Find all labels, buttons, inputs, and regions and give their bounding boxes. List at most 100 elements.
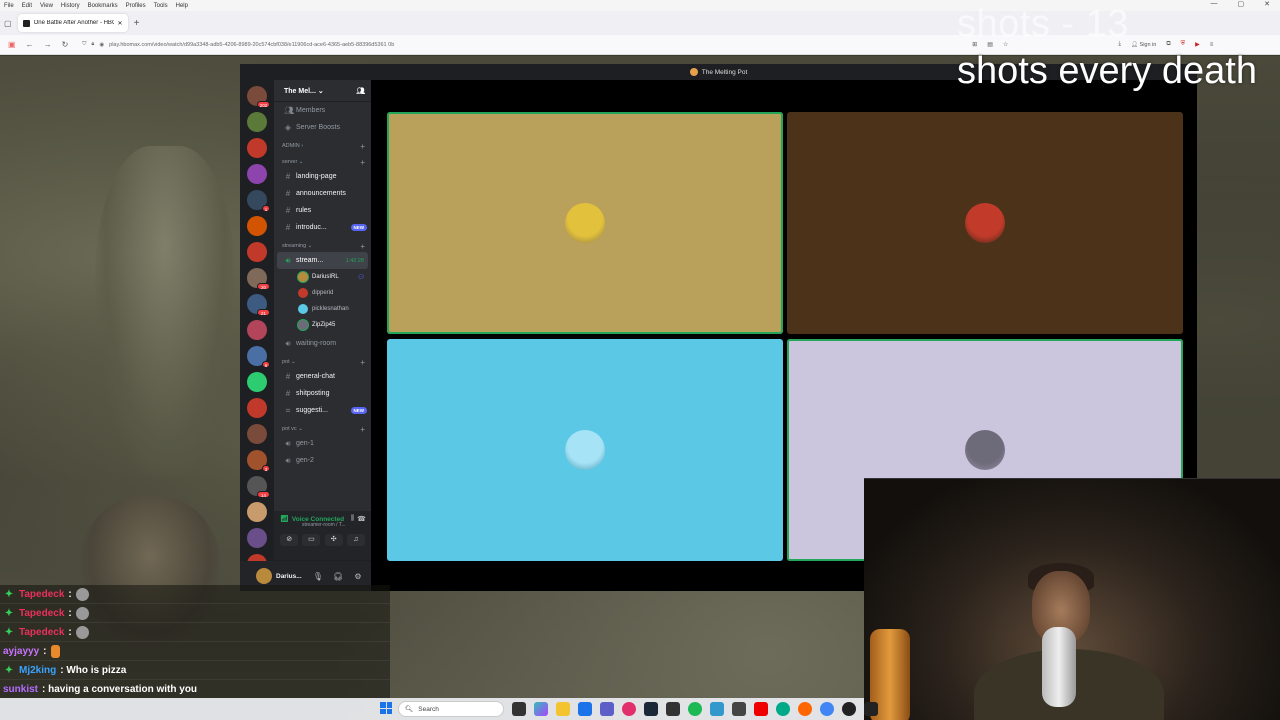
- chat-username[interactable]: ayjayyy: [3, 646, 39, 657]
- sign-in-button[interactable]: 👤︎ Sign in: [1131, 42, 1156, 48]
- voice-user[interactable]: dipperid: [274, 285, 371, 301]
- menu-view[interactable]: View: [40, 3, 53, 9]
- channel-suggestions[interactable]: ⌗ suggesti... NEW: [274, 402, 371, 419]
- add-channel-icon[interactable]: +: [360, 142, 365, 151]
- extension-icon[interactable]: ▶: [1195, 41, 1200, 48]
- permissions-icon[interactable]: ◉: [99, 42, 104, 48]
- participant-tile[interactable]: [787, 112, 1183, 334]
- activities-icon[interactable]: ✣: [324, 534, 343, 546]
- firefox-icon[interactable]: [798, 702, 812, 716]
- server-icon[interactable]: [247, 528, 267, 548]
- voice-channel-gen-1[interactable]: 🔊︎ gen-1: [274, 435, 371, 452]
- chat-username[interactable]: Tapedeck: [19, 608, 64, 619]
- server-icon[interactable]: [247, 242, 267, 262]
- server-icon[interactable]: [247, 138, 267, 158]
- menu-bookmarks[interactable]: Bookmarks: [88, 3, 118, 9]
- opera-icon[interactable]: [622, 702, 636, 716]
- server-icon[interactable]: [247, 320, 267, 340]
- voice-channel-stream[interactable]: 🔊︎ stream... 1:42:28: [277, 252, 368, 269]
- url-bar[interactable]: ⛉ 🔒︎ ◉ play.hbomax.com/video/watch/d99a3…: [78, 38, 958, 52]
- server-icon[interactable]: [247, 424, 267, 444]
- channel-rules[interactable]: # rules: [274, 202, 371, 219]
- server-icon[interactable]: [247, 216, 267, 236]
- category-streaming[interactable]: streaming ⌄ +: [274, 236, 371, 252]
- game-icon[interactable]: [732, 702, 746, 716]
- maximize-icon[interactable]: ▢: [1238, 0, 1245, 8]
- chat-username[interactable]: sunkist: [3, 684, 38, 695]
- server-icon[interactable]: 202: [247, 86, 270, 108]
- extensions-icon[interactable]: ⧉: [1166, 41, 1170, 48]
- chrome-icon[interactable]: [820, 702, 834, 716]
- menu-edit[interactable]: Edit: [22, 3, 32, 9]
- server-icon[interactable]: [247, 112, 267, 132]
- participant-tile[interactable]: [387, 112, 783, 334]
- url-text[interactable]: play.hbomax.com/video/watch/d99a3348-adb…: [109, 42, 394, 48]
- steam-icon[interactable]: [644, 702, 658, 716]
- channel-shitposting[interactable]: # shitposting: [274, 385, 371, 402]
- lock-icon[interactable]: 🔒︎: [91, 41, 94, 48]
- noise-suppression-icon[interactable]: ⫼: [351, 515, 354, 523]
- spotify-icon[interactable]: [688, 702, 702, 716]
- user-name[interactable]: Darius...: [276, 573, 306, 580]
- taskbar-search[interactable]: 🔍︎ Search: [398, 701, 504, 717]
- server-icon[interactable]: [247, 164, 267, 184]
- file-explorer-icon[interactable]: [556, 702, 570, 716]
- voice-user[interactable]: ZipZip45: [274, 317, 371, 333]
- participant-tile[interactable]: [387, 339, 783, 561]
- add-channel-icon[interactable]: +: [360, 425, 365, 434]
- disconnect-icon[interactable]: ☎︎: [357, 515, 366, 523]
- server-icon[interactable]: [247, 398, 267, 418]
- camera-off-icon[interactable]: ⊘: [280, 534, 299, 546]
- tab-close-icon[interactable]: ✕: [118, 20, 123, 27]
- youtube-icon[interactable]: [754, 702, 768, 716]
- menu-tools[interactable]: Tools: [154, 3, 168, 9]
- task-view-icon[interactable]: [512, 702, 526, 716]
- chat-username[interactable]: Tapedeck: [19, 627, 64, 638]
- add-channel-icon[interactable]: +: [360, 242, 365, 251]
- voice-user[interactable]: picklesnathan: [274, 301, 371, 317]
- tab-list-icon[interactable]: ▢: [4, 19, 12, 28]
- chat-username[interactable]: Tapedeck: [19, 589, 64, 600]
- server-icon[interactable]: 3: [247, 450, 270, 472]
- sidebar-icon[interactable]: ▣: [8, 40, 16, 49]
- new-tab-icon[interactable]: +: [134, 18, 140, 29]
- channel-announcements[interactable]: # announcements: [274, 185, 371, 202]
- shield-icon[interactable]: ⛉: [82, 41, 86, 48]
- channel-general-chat[interactable]: # general-chat: [274, 368, 371, 385]
- reload-icon[interactable]: ↻: [62, 40, 69, 49]
- menu-icon[interactable]: ≡: [1210, 42, 1214, 48]
- store-icon[interactable]: [578, 702, 592, 716]
- add-member-icon[interactable]: 👥︎: [356, 87, 365, 95]
- edge-icon[interactable]: [776, 702, 790, 716]
- screen-share-icon[interactable]: ▭: [302, 534, 321, 546]
- server-icon[interactable]: [247, 372, 267, 392]
- close-icon[interactable]: ✕: [1264, 0, 1270, 8]
- server-icon[interactable]: 14: [247, 476, 270, 498]
- obs-icon[interactable]: [842, 702, 856, 716]
- soundboard-icon[interactable]: ♫: [346, 534, 365, 546]
- menu-help[interactable]: Help: [176, 3, 188, 9]
- settings-gear-icon[interactable]: ⚙: [350, 572, 366, 581]
- ublock-icon[interactable]: ⛨: [1181, 41, 1186, 48]
- server-icon[interactable]: 6: [247, 346, 270, 368]
- server-icon[interactable]: [247, 502, 267, 522]
- channel-introductions[interactable]: # introduc... NEW: [274, 219, 371, 236]
- avatar[interactable]: [256, 568, 272, 584]
- server-header[interactable]: The Mel... ⌄ 👥︎: [274, 80, 371, 102]
- microphone-icon[interactable]: 🎙︎: [310, 572, 326, 581]
- menu-file[interactable]: File: [4, 3, 14, 9]
- menu-history[interactable]: History: [61, 3, 80, 9]
- channel-landing-page[interactable]: # landing-page: [274, 168, 371, 185]
- add-channel-icon[interactable]: +: [360, 358, 365, 367]
- xbox-icon[interactable]: [666, 702, 680, 716]
- chat-username[interactable]: Mj2king: [19, 665, 56, 676]
- server-icon[interactable]: 20: [247, 268, 270, 290]
- notepad-icon[interactable]: [710, 702, 724, 716]
- category-admin[interactable]: ADMIN › +: [274, 136, 371, 152]
- forward-icon[interactable]: →: [44, 40, 52, 49]
- members-item[interactable]: 👥︎ Members: [274, 102, 371, 119]
- voice-user[interactable]: DariusIRL 💬︎: [274, 269, 371, 285]
- server-icon[interactable]: 21: [247, 294, 270, 316]
- category-pot-vc[interactable]: pot vc ⌄ +: [274, 419, 371, 435]
- minimize-icon[interactable]: —: [1211, 0, 1218, 8]
